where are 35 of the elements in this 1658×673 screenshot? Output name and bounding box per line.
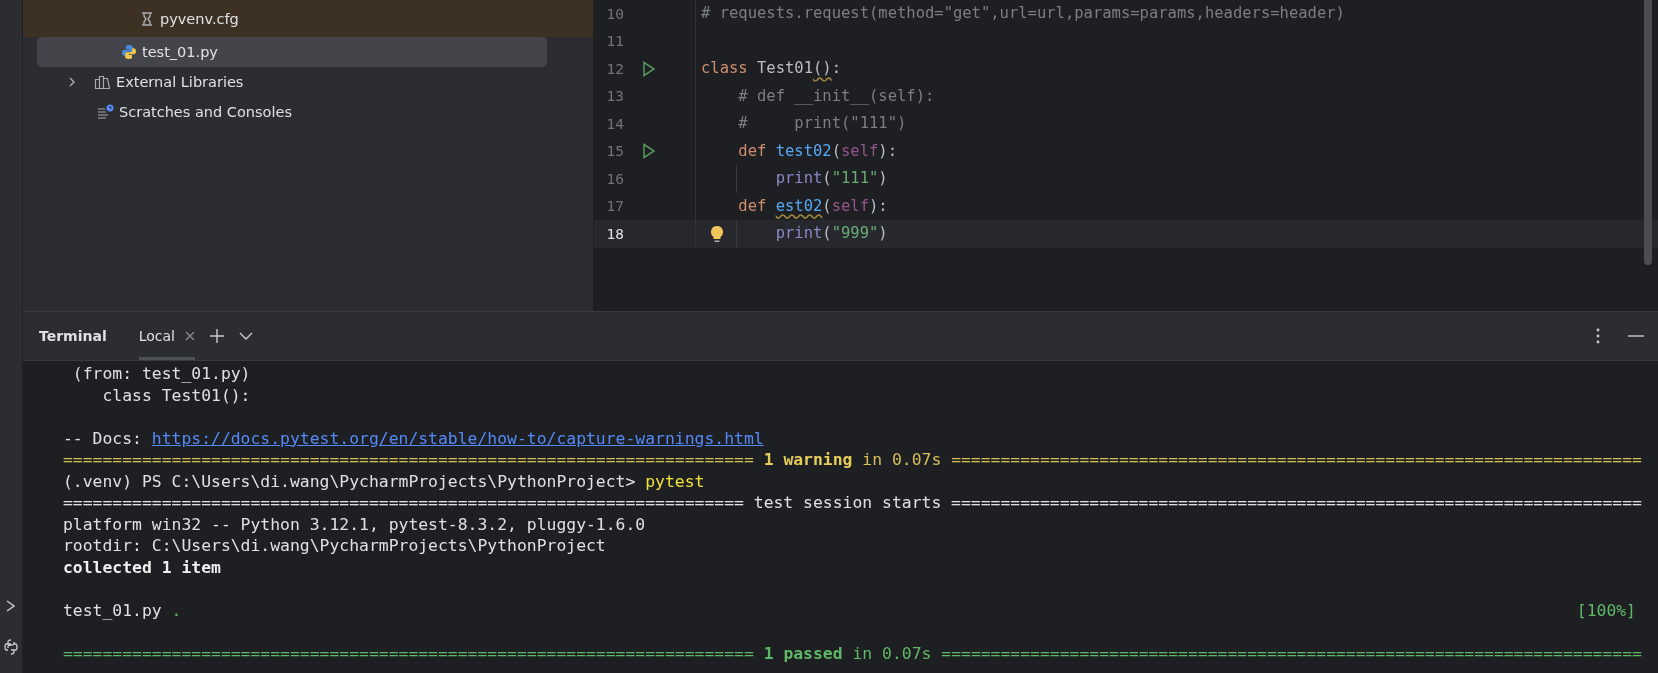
line-number: 13 (605, 88, 624, 105)
line-number: 17 (605, 198, 624, 215)
tree-item[interactable]: Scratches and Consoles (23, 97, 593, 127)
line-number: 10 (605, 5, 624, 22)
line-number: 18 (605, 225, 624, 242)
line-number: 16 (605, 170, 624, 187)
terminal-line: class Test01(): (101, 385, 251, 405)
terminal-line: -- Docs: https://docs.pytest.org/en/stable/how-to/capture-warnings.html (63, 428, 764, 448)
code-text: # print("111") (737, 113, 907, 134)
panel-title: Terminal (39, 328, 107, 344)
tree-item[interactable]: test_01.py (37, 37, 547, 67)
terminal-line: platform win32 -- Python 3.12.1, pytest-8.3.2, pluggy-1.6.0 (63, 514, 646, 534)
line-number: 14 (605, 115, 624, 132)
progress-percent: [100%] (1576, 600, 1636, 620)
code-text: def est02(self): (737, 195, 888, 217)
code-text: class Test01(): (700, 58, 841, 79)
code-text: print("111") (696, 165, 888, 193)
line-number: 15 (605, 143, 624, 160)
terminal-line: ====================================================================== 1 passed in 0.07s ======================================================================= (63, 643, 1642, 663)
tree-item[interactable]: pyvenv.cfg (23, 0, 593, 37)
terminal-line: rootdir: C:\Users\di.wang\PycharmProjects\PythonProject (63, 536, 606, 556)
line-number: 11 (605, 33, 624, 50)
line-number: 12 (605, 60, 624, 77)
terminal-line: ====================================================================== 1 warning in 0.07s ====================================================================== (63, 450, 1642, 470)
code-text: # requests.request(method="get",url=url,params=params,headers=header) (700, 3, 1345, 24)
docs-link[interactable]: https://docs.pytest.org/en/stable/how-to/capture-warnings.html (151, 428, 764, 448)
terminal-line: ===================================================================== test session starts ====================================================================== (63, 493, 1642, 513)
terminal-line: (from: test_01.py) (71, 364, 251, 384)
tree-item[interactable]: External Libraries (23, 67, 593, 97)
terminal-line: (.venv) PS C:\Users\di.wang\PycharmProjects\PythonProject> pytest (63, 471, 705, 491)
code-text: print("999") (696, 220, 888, 248)
terminal-line: collected 1 item (63, 557, 221, 577)
code-text: # def __init__(self): (737, 85, 935, 107)
code-text: def test02(self): (737, 140, 897, 162)
terminal-line: test_01.py . (63, 600, 182, 620)
